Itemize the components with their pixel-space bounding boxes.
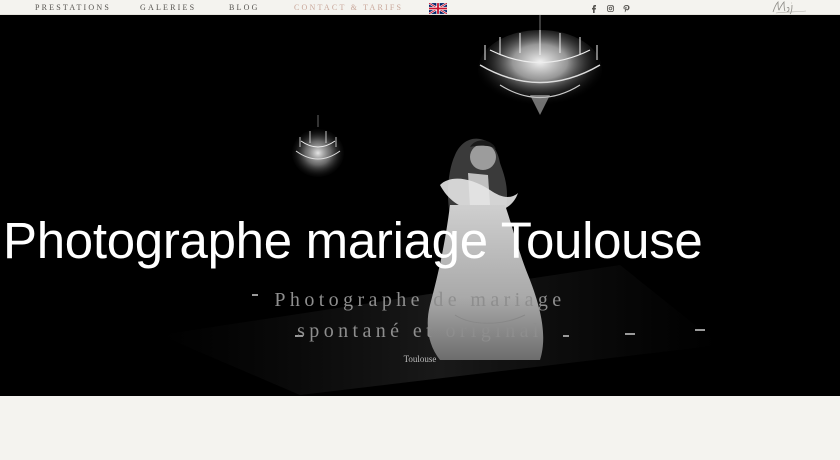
nav-item-prestations[interactable]: PRESTATIONS — [35, 3, 111, 12]
pinterest-icon[interactable] — [622, 4, 631, 13]
hero-caption: Toulouse — [403, 354, 437, 364]
page-content-area — [0, 396, 840, 460]
nav-item-contact-tarifs[interactable]: CONTACT & TARIFS — [294, 3, 403, 12]
hero-banner: Photographe mariage Toulouse Photographe… — [0, 15, 840, 396]
nav-item-blog[interactable]: BLOG — [229, 3, 260, 12]
facebook-icon[interactable] — [589, 4, 598, 13]
chandelier-small — [292, 115, 344, 177]
top-navigation-bar: PRESTATIONS GALERIES BLOG CONTACT & TARI… — [0, 0, 840, 15]
hero-title: Photographe mariage Toulouse — [3, 212, 703, 269]
nav-item-galeries[interactable]: GALERIES — [140, 3, 196, 12]
signature-logo-icon[interactable] — [770, 0, 808, 15]
chandelier-large — [478, 15, 602, 115]
uk-flag-icon[interactable] — [429, 3, 447, 14]
hero-subtitle-line2: spontané et original — [297, 320, 543, 342]
hero-subtitle-line1: Photographe de mariage — [274, 289, 566, 311]
instagram-icon[interactable] — [606, 4, 615, 13]
